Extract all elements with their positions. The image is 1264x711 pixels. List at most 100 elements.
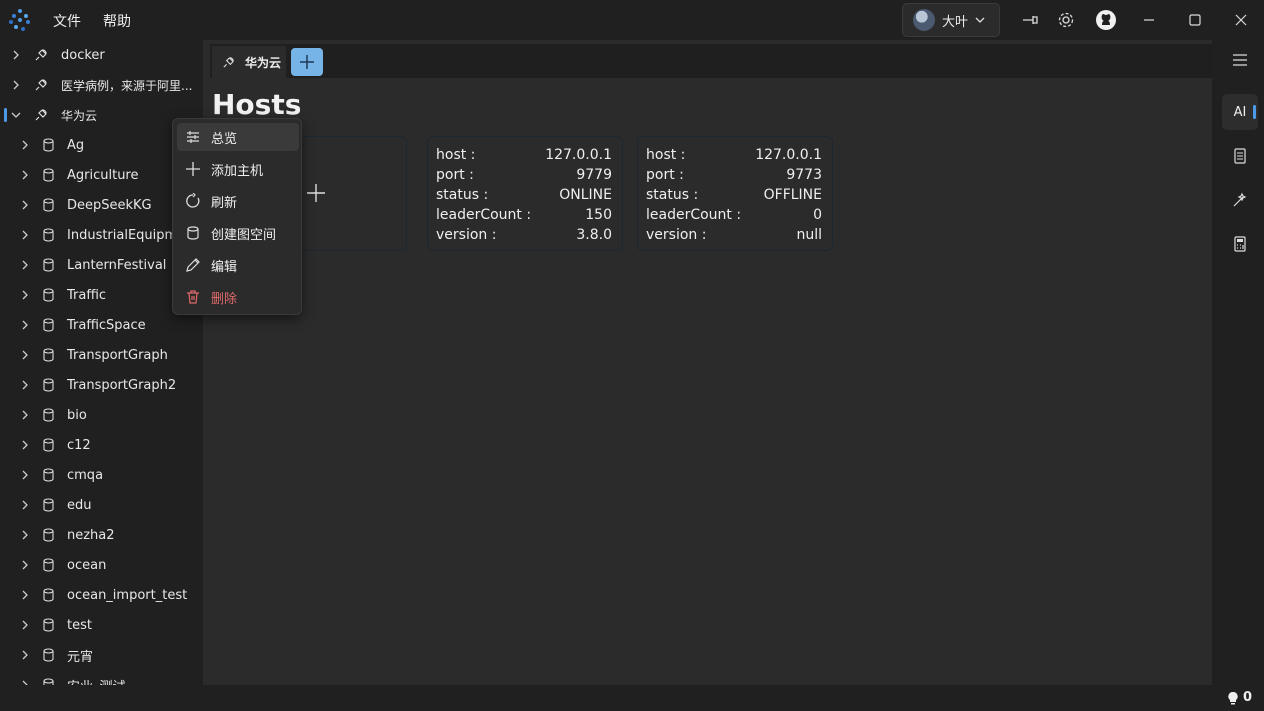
tree-space-item[interactable]: cmqa	[0, 460, 200, 490]
context-menu: 总览 添加主机 刷新 创建图空间 编辑 删除	[172, 118, 302, 315]
chevron-right-icon[interactable]	[20, 530, 30, 540]
context-menu-label: 删除	[211, 291, 238, 307]
chevron-right-icon[interactable]	[20, 410, 30, 420]
status-label: status :	[646, 187, 699, 203]
page-title: Hosts	[212, 88, 302, 121]
plug-icon	[223, 56, 234, 68]
context-menu-refresh[interactable]: 刷新	[177, 187, 299, 215]
tree-space-item[interactable]: TransportGraph	[0, 340, 200, 370]
tree-space-item[interactable]: 安业_测试	[0, 670, 200, 685]
github-icon[interactable]	[1095, 9, 1117, 31]
ai-label: AI	[1233, 104, 1247, 120]
tree-space-item[interactable]: c12	[0, 430, 200, 460]
tree-connection-huaweicloud[interactable]: 华为云	[0, 100, 200, 130]
context-menu-label: 刷新	[211, 195, 238, 211]
tree-space-item[interactable]: 元宵	[0, 640, 200, 670]
chevron-right-icon[interactable]	[20, 320, 30, 330]
menu-file[interactable]: 文件	[53, 11, 81, 31]
menu-lines-icon[interactable]	[1222, 42, 1258, 78]
tree-label: c12	[67, 437, 91, 453]
host-card[interactable]: host : 127.0.0.1 port : 9773 status : OFFLI…	[637, 136, 833, 251]
database-icon	[43, 168, 54, 182]
user-button[interactable]: 大叶	[902, 3, 1000, 37]
tree-space-item[interactable]: DeepSeekKG	[0, 190, 200, 220]
tree-space-item[interactable]: bio	[0, 400, 200, 430]
close-icon[interactable]	[1231, 10, 1251, 30]
chevron-right-icon[interactable]	[20, 560, 30, 570]
tree-label: edu	[67, 497, 92, 513]
tree-space-item[interactable]: TrafficSpace	[0, 310, 200, 340]
chevron-right-icon[interactable]	[20, 440, 30, 450]
host-label: host :	[646, 147, 686, 163]
host-label: host :	[436, 147, 476, 163]
port-value: 9779	[576, 167, 612, 183]
ai-button[interactable]: AI	[1222, 94, 1258, 130]
calculator-icon[interactable]	[1222, 226, 1258, 262]
tree-connection-medical[interactable]: 医学病例，来源于阿里...	[0, 70, 200, 100]
minimize-icon[interactable]	[1139, 10, 1159, 30]
tree-space-item[interactable]: test	[0, 610, 200, 640]
document-icon[interactable]	[1222, 138, 1258, 174]
chevron-right-icon[interactable]	[20, 470, 30, 480]
tree-space-item[interactable]: nezha2	[0, 520, 200, 550]
database-icon	[43, 138, 54, 152]
tree-label: 医学病例，来源于阿里...	[61, 78, 193, 93]
tree-label: 华为云	[61, 108, 98, 123]
context-menu-edit[interactable]: 编辑	[177, 251, 299, 279]
chevron-right-icon[interactable]	[20, 200, 30, 210]
chevron-right-icon[interactable]	[20, 620, 30, 630]
chevron-right-icon[interactable]	[20, 230, 30, 240]
chevron-right-icon[interactable]	[20, 590, 30, 600]
host-card[interactable]: host : 127.0.0.1 port : 9779 status : ONLIN…	[427, 136, 623, 251]
context-menu-delete[interactable]: 删除	[177, 283, 299, 311]
tab-huaweicloud[interactable]: 华为云	[212, 46, 286, 78]
version-label: version :	[436, 227, 497, 243]
chevron-down-icon[interactable]	[11, 110, 21, 120]
chevron-right-icon[interactable]	[20, 380, 30, 390]
tree-space-item[interactable]: LanternFestival	[0, 250, 200, 280]
tree-connection-docker[interactable]: docker	[0, 40, 200, 70]
connection-tree: docker 医学病例，来源于阿里... 华为云 Ag Agriculture De…	[0, 40, 200, 685]
tree-space-item[interactable]: Traffic	[0, 280, 200, 310]
avatar	[913, 9, 935, 31]
pin-icon[interactable]	[1021, 10, 1041, 30]
leadercount-label: leaderCount :	[646, 207, 742, 223]
tab-label: 华为云	[245, 55, 282, 70]
add-tab-button[interactable]	[291, 48, 323, 76]
tree-space-item[interactable]: ocean_import_test	[0, 580, 200, 610]
chevron-right-icon[interactable]	[20, 500, 30, 510]
tree-space-item[interactable]: TransportGraph2	[0, 370, 200, 400]
chevron-right-icon[interactable]	[20, 290, 30, 300]
chevron-right-icon[interactable]	[11, 50, 21, 60]
database-icon	[43, 378, 54, 392]
tree-space-item[interactable]: edu	[0, 490, 200, 520]
maximize-icon[interactable]	[1185, 10, 1205, 30]
tree-space-item[interactable]: Ag	[0, 130, 200, 160]
app-logo-icon	[9, 9, 30, 31]
main-panel: 华为云 Hosts host : 127.0.0.1 port : 9779 sta…	[203, 40, 1212, 685]
magic-wand-icon[interactable]	[1222, 182, 1258, 218]
tree-space-item[interactable]: IndustrialEquipmen	[0, 220, 200, 250]
chevron-right-icon[interactable]	[20, 650, 30, 660]
settings-gear-icon[interactable]	[1056, 10, 1076, 30]
chevron-right-icon[interactable]	[20, 170, 30, 180]
leadercount-value: 150	[585, 207, 612, 223]
chevron-right-icon[interactable]	[20, 140, 30, 150]
host-value: 127.0.0.1	[545, 147, 612, 163]
notification-indicator[interactable]: 0	[1227, 690, 1252, 705]
chevron-right-icon[interactable]	[20, 260, 30, 270]
context-menu-add-host[interactable]: 添加主机	[177, 155, 299, 183]
menu-help[interactable]: 帮助	[103, 11, 131, 31]
leadercount-label: leaderCount :	[436, 207, 532, 223]
chevron-right-icon[interactable]	[20, 350, 30, 360]
chevron-right-icon[interactable]	[20, 680, 30, 685]
context-menu-overview[interactable]: 总览	[177, 123, 299, 151]
chevron-right-icon[interactable]	[11, 80, 21, 90]
leadercount-value: 0	[813, 207, 822, 223]
lightbulb-icon	[1228, 691, 1238, 704]
tree-space-item[interactable]: ocean	[0, 550, 200, 580]
overview-icon	[187, 131, 199, 143]
right-toolbar: AI	[1215, 40, 1264, 685]
tree-space-item[interactable]: Agriculture	[0, 160, 200, 190]
context-menu-create-space[interactable]: 创建图空间	[177, 219, 299, 247]
